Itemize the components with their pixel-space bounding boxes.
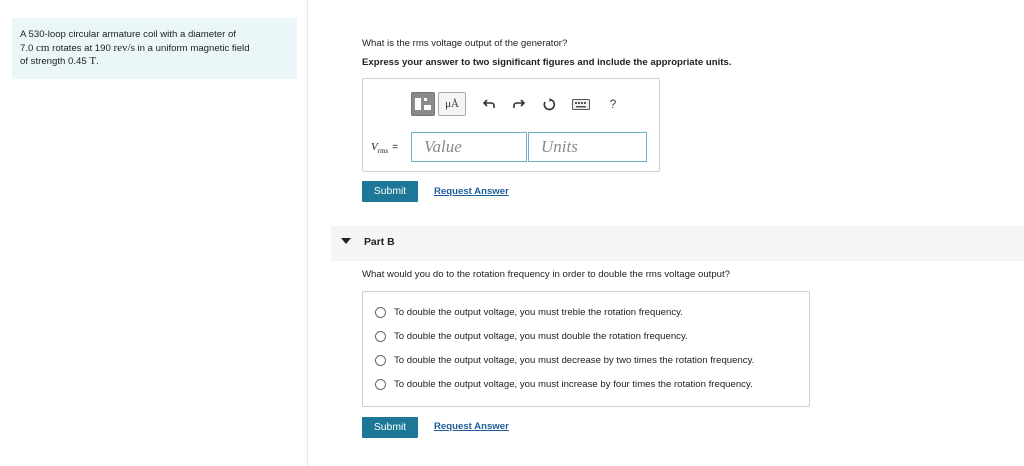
- part-b-question: What would you do to the rotation freque…: [362, 269, 730, 280]
- question-area: What is the rms voltage output of the ge…: [309, 0, 1024, 466]
- part-b-title: Part B: [364, 237, 395, 248]
- units-button[interactable]: μÅ: [438, 92, 466, 116]
- answer-box: μÅ ? Vrms = Value Units: [362, 78, 660, 172]
- math-toolbar: μÅ ?: [411, 92, 623, 116]
- problem-line-3: of strength 0.45 T.: [20, 55, 289, 69]
- option-4[interactable]: To double the output voltage, you must i…: [375, 379, 753, 390]
- part-a-request-answer-link[interactable]: Request Answer: [434, 186, 509, 197]
- problem-panel: A 530-loop circular armature coil with a…: [0, 0, 308, 466]
- equals-sign: =: [392, 142, 399, 153]
- option-label: To double the output voltage, you must d…: [394, 331, 688, 342]
- option-2[interactable]: To double the output voltage, you must d…: [375, 331, 688, 342]
- part-b-header[interactable]: Part B: [331, 226, 1024, 261]
- undo-icon[interactable]: [479, 94, 499, 114]
- variable-subscript: rms: [377, 147, 389, 156]
- option-label: To double the output voltage, you must d…: [394, 355, 755, 366]
- option-label: To double the output voltage, you must t…: [394, 307, 683, 318]
- keyboard-icon[interactable]: [571, 94, 591, 114]
- caret-down-icon[interactable]: [341, 238, 351, 244]
- strength-text: of strength 0.45: [20, 56, 87, 68]
- options-box: To double the output voltage, you must t…: [362, 291, 810, 407]
- redo-icon[interactable]: [509, 94, 529, 114]
- period: .: [96, 56, 99, 68]
- part-a-hint: Express your answer to two significant f…: [362, 57, 732, 68]
- radio-button[interactable]: [375, 307, 386, 318]
- variable-symbol: V: [371, 141, 378, 153]
- diameter-unit: cm: [36, 41, 50, 54]
- radio-button[interactable]: [375, 331, 386, 342]
- units-input[interactable]: Units: [528, 132, 647, 162]
- field-text: in a uniform magnetic field: [137, 42, 250, 54]
- templates-button[interactable]: [411, 92, 435, 116]
- radio-button[interactable]: [375, 379, 386, 390]
- problem-line-2: 7.0 cm rotates at 190 rev/s in a uniform…: [20, 42, 289, 56]
- help-icon[interactable]: ?: [603, 94, 623, 114]
- part-a-submit-button[interactable]: Submit: [362, 181, 418, 202]
- diameter-value: 7.0: [20, 42, 34, 54]
- rotation-text: rotates at 190: [52, 42, 111, 54]
- option-3[interactable]: To double the output voltage, you must d…: [375, 355, 754, 366]
- reset-icon[interactable]: [539, 94, 559, 114]
- radio-button[interactable]: [375, 355, 386, 366]
- value-input[interactable]: Value: [411, 132, 527, 162]
- part-b-request-answer-link[interactable]: Request Answer: [434, 421, 509, 432]
- part-a-question: What is the rms voltage output of the ge…: [362, 38, 568, 49]
- rotation-unit: rev/s: [113, 41, 135, 54]
- problem-line-1: A 530-loop circular armature coil with a…: [20, 29, 236, 40]
- part-b-submit-button[interactable]: Submit: [362, 417, 418, 438]
- vrms-label: Vrms =: [371, 141, 398, 155]
- option-label: To double the output voltage, you must i…: [394, 379, 753, 390]
- problem-statement: A 530-loop circular armature coil with a…: [12, 18, 297, 79]
- template-icon: [415, 98, 431, 110]
- option-1[interactable]: To double the output voltage, you must t…: [375, 307, 683, 318]
